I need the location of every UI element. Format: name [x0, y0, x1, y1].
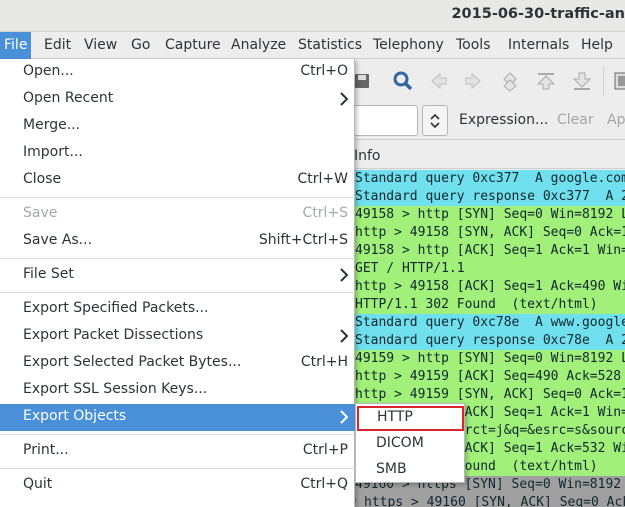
go-to-packet-icon[interactable] — [497, 68, 523, 94]
colorize-icon[interactable] — [611, 68, 625, 94]
go-back-icon[interactable] — [425, 68, 451, 94]
menu-tools[interactable]: Tools — [452, 32, 495, 59]
submenu-item-label: SMB — [376, 461, 407, 477]
packet-info-text: Standard query 0xc377 A google.com — [355, 171, 625, 186]
packet-info-text: Standard query 0xc78e A www.google — [355, 315, 625, 330]
toolbar-separator — [603, 66, 604, 96]
display-filter-bar: Expression... Clear Ap — [349, 102, 625, 140]
menu-item-label: Merge... — [23, 117, 81, 133]
submenu-item-dicom[interactable]: DICOM — [356, 432, 466, 457]
find-packet-icon[interactable] — [390, 68, 416, 94]
window-title: 2015-06-30-traffic-an — [451, 6, 625, 22]
menu-item-export-selected-packet-bytes[interactable]: Export Selected Packet Bytes... Ctrl+H — [0, 350, 355, 377]
menu-internals[interactable]: Internals — [504, 32, 573, 59]
menu-file[interactable]: File — [0, 32, 32, 59]
packet-info-text: 49158 > http [SYN] Seq=0 Win=8192 L — [355, 207, 625, 222]
menu-item-print[interactable]: Print... Ctrl+P — [0, 438, 355, 465]
menu-item-label: Close — [23, 171, 62, 187]
menu-item-label: Quit — [23, 476, 53, 492]
menu-bar: File Edit View Go Capture Analyze Statis… — [0, 32, 625, 59]
submenu-item-label: HTTP — [377, 409, 413, 425]
menu-item-open-recent[interactable]: Open Recent — [0, 86, 355, 113]
file-menu-dropdown: Open... Ctrl+O Open Recent Merge... Impo… — [0, 59, 355, 507]
menu-item-label: Export SSL Session Keys... — [23, 381, 208, 397]
menu-item-close[interactable]: Close Ctrl+W — [0, 167, 355, 194]
menu-item-save: Save Ctrl+S — [0, 201, 355, 228]
chevron-right-icon — [340, 268, 349, 282]
menu-separator — [0, 197, 355, 198]
packet-info-text: http > 49159 [SYN, ACK] Seq=0 Ack=1 — [355, 387, 625, 402]
chevron-right-icon — [340, 410, 349, 424]
column-header-info[interactable]: Info — [354, 148, 381, 164]
menu-help[interactable]: Help — [577, 32, 617, 59]
menu-item-merge[interactable]: Merge... — [0, 113, 355, 140]
menu-item-label: Export Selected Packet Bytes... — [23, 354, 242, 370]
packet-info-text: http > 49159 [ACK] Seq=490 Ack=528 — [355, 369, 625, 384]
menu-capture[interactable]: Capture — [161, 32, 225, 59]
menu-separator — [0, 434, 355, 435]
packet-info-text: GET / HTTP/1.1 — [355, 261, 465, 276]
submenu-item-smb[interactable]: SMB — [356, 458, 466, 483]
packet-list-header: Info — [354, 145, 625, 169]
menu-item-file-set[interactable]: File Set — [0, 262, 355, 289]
clear-button[interactable]: Clear — [557, 112, 594, 128]
menu-item-open[interactable]: Open... Ctrl+O — [0, 59, 355, 86]
menu-item-shortcut: Ctrl+W — [297, 171, 348, 187]
menu-item-save-as[interactable]: Save As... Shift+Ctrl+S — [0, 228, 355, 255]
menu-separator — [0, 258, 355, 259]
menu-item-export-specified-packets[interactable]: Export Specified Packets... — [0, 296, 355, 323]
menu-item-shortcut: Ctrl+H — [300, 354, 348, 370]
chevron-right-icon — [340, 92, 349, 106]
submenu-item-label: DICOM — [376, 435, 424, 451]
menu-item-shortcut: Ctrl+O — [300, 63, 348, 79]
expression-button[interactable]: Expression... — [459, 112, 548, 128]
menu-item-shortcut: Ctrl+S — [302, 205, 348, 221]
first-packet-icon[interactable] — [533, 68, 559, 94]
menu-item-quit[interactable]: Quit Ctrl+Q — [0, 472, 355, 499]
menu-item-label: Save — [23, 205, 58, 221]
menu-item-label: Print... — [23, 442, 69, 458]
packet-info-text: 49159 > http [SYN] Seq=0 Win=8192 L — [355, 351, 625, 366]
menu-item-shortcut: Ctrl+Q — [300, 476, 348, 492]
menu-item-label: Export Objects — [23, 408, 127, 424]
menu-item-shortcut: Ctrl+P — [302, 442, 348, 458]
menu-telephony[interactable]: Telephony — [369, 32, 448, 59]
menu-edit[interactable]: Edit — [40, 32, 75, 59]
title-bar: 2015-06-30-traffic-an — [0, 0, 625, 32]
menu-item-shortcut: Shift+Ctrl+S — [258, 232, 348, 248]
menu-item-label: Save As... — [23, 232, 93, 248]
menu-item-label: File Set — [23, 266, 74, 282]
menu-view[interactable]: View — [80, 32, 121, 59]
menu-item-label: Open Recent — [23, 90, 114, 106]
menu-analyze[interactable]: Analyze — [227, 32, 290, 59]
apply-button[interactable]: Ap — [607, 112, 625, 128]
main-toolbar — [355, 60, 625, 102]
menu-item-label: Open... — [23, 63, 74, 79]
packet-info-text: HTTP/1.1 302 Found (text/html) — [355, 297, 598, 312]
menu-separator — [0, 292, 355, 293]
export-objects-submenu: HTTP DICOM SMB — [355, 403, 465, 483]
packet-info-text: http > 49158 [SYN, ACK] Seq=0 Ack=1 — [355, 225, 625, 240]
packet-info-text: http > 49158 [ACK] Seq=1 Ack=490 Wi — [355, 279, 625, 294]
packet-info-text: Standard query response 0xc78e A 2 — [355, 333, 625, 348]
chevron-up-down-icon — [430, 113, 440, 128]
menu-item-export-ssl-session-keys[interactable]: Export SSL Session Keys... — [0, 377, 355, 404]
last-packet-icon[interactable] — [569, 68, 595, 94]
packet-info-text: 49158 > http [ACK] Seq=1 Ack=1 Win= — [355, 243, 625, 258]
chevron-right-icon — [340, 329, 349, 343]
submenu-item-http[interactable]: HTTP — [357, 406, 464, 431]
menu-item-label: Export Packet Dissections — [23, 327, 204, 343]
go-forward-icon[interactable] — [461, 68, 487, 94]
filter-dropdown-button[interactable] — [422, 105, 448, 136]
menu-go[interactable]: Go — [127, 32, 154, 59]
display-filter-input[interactable] — [349, 105, 418, 136]
packet-info-text: Standard query response 0xc377 A 2 — [355, 189, 625, 204]
menu-item-label: Import... — [23, 144, 83, 160]
menu-item-export-packet-dissections[interactable]: Export Packet Dissections — [0, 323, 355, 350]
menu-separator — [0, 468, 355, 469]
menu-statistics[interactable]: Statistics — [294, 32, 366, 59]
menu-item-export-objects[interactable]: Export Objects — [0, 404, 355, 431]
menu-item-import[interactable]: Import... — [0, 140, 355, 167]
menu-item-label: Export Specified Packets... — [23, 300, 209, 316]
